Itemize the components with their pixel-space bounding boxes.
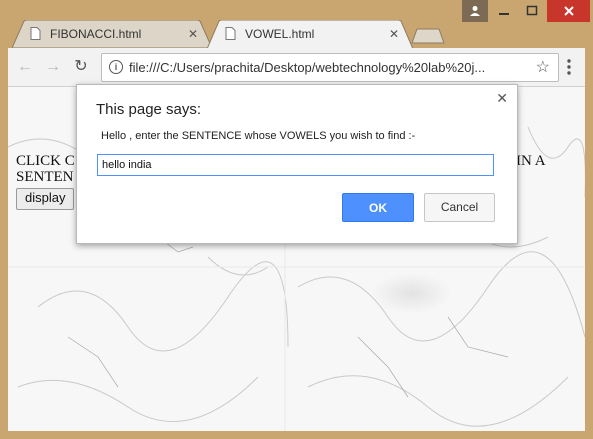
- maximize-icon: [526, 5, 538, 16]
- tab-vowel[interactable]: VOWEL.html ✕: [207, 20, 413, 49]
- page-instruction-text-right: IN A: [516, 153, 546, 169]
- address-bar[interactable]: i file:///C:/Users/prachita/Desktop/webt…: [101, 53, 559, 82]
- tab-fibonacci[interactable]: FIBONACCI.html ✕: [12, 20, 212, 48]
- tab-close-icon[interactable]: ✕: [188, 27, 198, 41]
- maximize-button[interactable]: [519, 0, 545, 22]
- close-window-button[interactable]: [547, 0, 590, 22]
- url-text: file:///C:/Users/prachita/Desktop/webtec…: [129, 60, 486, 75]
- ok-button[interactable]: OK: [342, 193, 414, 222]
- forward-arrow-icon[interactable]: →: [44, 58, 62, 76]
- minimize-button[interactable]: [491, 0, 517, 22]
- document-icon: [30, 27, 41, 40]
- person-icon: [470, 6, 480, 16]
- minimize-icon: [499, 13, 509, 15]
- bookmark-star-icon[interactable]: ☆: [536, 57, 550, 77]
- user-profile-button[interactable]: [462, 0, 488, 22]
- tab-label: VOWEL.html: [245, 27, 315, 41]
- tab-close-icon[interactable]: ✕: [389, 27, 399, 41]
- reload-icon[interactable]: ↻: [72, 58, 90, 76]
- document-icon: [225, 27, 236, 40]
- cancel-button[interactable]: Cancel: [424, 193, 495, 222]
- dialog-close-icon[interactable]: ✕: [496, 90, 508, 107]
- sentence-input[interactable]: [97, 154, 494, 176]
- new-tab-button[interactable]: [411, 28, 445, 44]
- page-instruction-text: CLICK C: [16, 153, 75, 169]
- browser-toolbar: ← → ↻ i file:///C:/Users/prachita/Deskto…: [8, 48, 585, 87]
- display-button[interactable]: display: [16, 188, 75, 210]
- tab-label: FIBONACCI.html: [50, 27, 142, 41]
- info-icon[interactable]: i: [109, 60, 123, 74]
- prompt-dialog: This page says: ✕ Hello , enter the SENT…: [76, 84, 518, 244]
- dialog-title: This page says:: [96, 101, 202, 118]
- page-instruction-text-line2: SENTEN: [16, 169, 74, 185]
- close-icon: [563, 6, 574, 16]
- back-arrow-icon[interactable]: ←: [16, 58, 34, 76]
- window-frame: FIBONACCI.html ✕ VOWEL.html ✕ ← → ↻ i fi…: [0, 0, 593, 439]
- menu-dots-icon[interactable]: [566, 58, 572, 76]
- dialog-message: Hello , enter the SENTENCE whose VOWELS …: [101, 130, 416, 142]
